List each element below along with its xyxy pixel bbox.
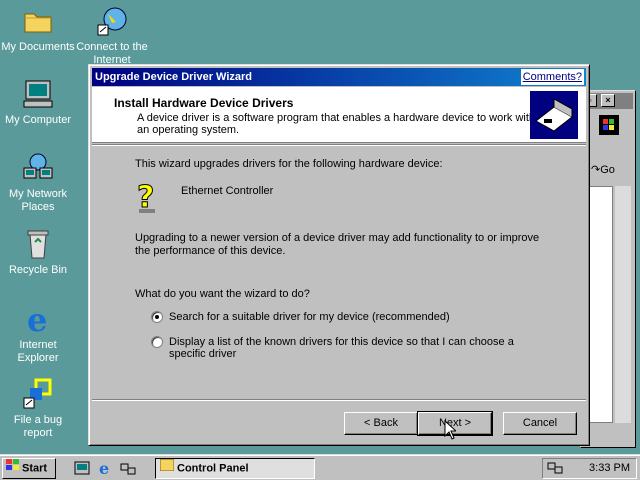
system-tray: 3:33 PM	[542, 458, 637, 479]
upgrade-text: Upgrading to a newer version of a device…	[135, 232, 540, 257]
bug-report-icon	[22, 378, 54, 410]
header-separator	[92, 144, 586, 146]
device-name: Ethernet Controller	[181, 185, 274, 197]
option-display-list[interactable]: Display a list of the known drivers for …	[151, 336, 551, 360]
svg-text:e: e	[99, 460, 109, 476]
desktop-icon-my-documents[interactable]: My Documents	[0, 5, 76, 54]
windows-logo-icon	[6, 459, 20, 478]
taskbar-control-panel[interactable]: Control Panel	[155, 458, 315, 479]
option-display-list-label: Display a list of the known drivers for …	[169, 336, 514, 360]
question-mark-icon: ?	[135, 180, 161, 216]
taskbar: Start e Control Panel 3:33 PM	[0, 454, 640, 480]
dialog-title: Upgrade Device Driver Wizard	[95, 71, 253, 83]
option-search[interactable]: Search for a suitable driver for my devi…	[151, 311, 450, 323]
option-search-label: Search for a suitable driver for my devi…	[169, 311, 450, 323]
control-panel-icon	[159, 458, 175, 478]
desktop-icon-label: File a bug report	[13, 414, 63, 439]
desktop-icon-label: My Computer	[4, 114, 72, 126]
connect-internet-icon	[96, 5, 128, 37]
desktop-icon-label: My Network Places	[8, 188, 68, 213]
windows-logo-icon	[599, 115, 619, 135]
go-label: Go	[600, 164, 615, 176]
clock[interactable]: 3:33 PM	[589, 459, 630, 478]
computer-icon	[22, 78, 54, 110]
network-icon	[22, 152, 54, 184]
close-button[interactable]: ×	[601, 94, 615, 107]
go-arrow-icon: ↷	[591, 164, 601, 176]
internet-explorer-icon: e	[22, 301, 54, 339]
intro-text: This wizard upgrades drivers for the fol…	[135, 158, 443, 170]
back-button[interactable]: < Back	[344, 412, 418, 435]
wizard-header: Install Hardware Device Drivers A device…	[92, 87, 586, 143]
network-tray-icon[interactable]	[547, 461, 563, 480]
desktop-icon-my-computer[interactable]: My Computer	[0, 78, 76, 127]
desktop-icon-internet-explorer[interactable]: e Internet Explorer	[0, 301, 76, 365]
desktop-icon-file-bug[interactable]: File a bug report	[0, 378, 76, 440]
cancel-button[interactable]: Cancel	[503, 412, 577, 435]
wizard-dialog: Upgrade Device Driver Wizard Comments? I…	[88, 64, 590, 446]
start-label: Start	[22, 462, 48, 475]
dialog-titlebar[interactable]: Upgrade Device Driver Wizard Comments?	[92, 68, 586, 86]
hardware-card-icon	[530, 91, 578, 139]
go-button[interactable]: ↷Go	[591, 163, 615, 176]
desktop-icon-network-places[interactable]: My Network Places	[0, 152, 76, 214]
button-separator	[92, 399, 586, 401]
desktop-icon-label: Recycle Bin	[8, 264, 68, 276]
comments-link[interactable]: Comments?	[520, 69, 584, 85]
folder-icon	[22, 5, 54, 37]
network-icon[interactable]	[120, 460, 136, 476]
internet-explorer-icon[interactable]: e	[98, 459, 114, 478]
desktop-icon-recycle-bin[interactable]: Recycle Bin	[0, 228, 76, 277]
recycle-bin-icon	[22, 228, 54, 260]
header-title: Install Hardware Device Drivers	[114, 96, 294, 110]
svg-text:e: e	[27, 303, 47, 335]
scrollbar[interactable]	[615, 186, 631, 423]
desktop-icon-connect-internet[interactable]: Connect to the Internet	[74, 5, 150, 67]
show-desktop-icon[interactable]	[74, 460, 90, 476]
desktop-icon-label: My Documents	[1, 41, 75, 53]
header-description: A device driver is a software program th…	[137, 112, 536, 136]
radio-display-list[interactable]	[151, 336, 163, 348]
radio-search[interactable]	[151, 311, 163, 323]
start-button[interactable]: Start	[2, 458, 56, 479]
desktop-icon-label: Internet Explorer	[17, 339, 59, 364]
taskbar-task-label: Control Panel	[177, 462, 249, 475]
question-text: What do you want the wizard to do?	[135, 288, 310, 300]
